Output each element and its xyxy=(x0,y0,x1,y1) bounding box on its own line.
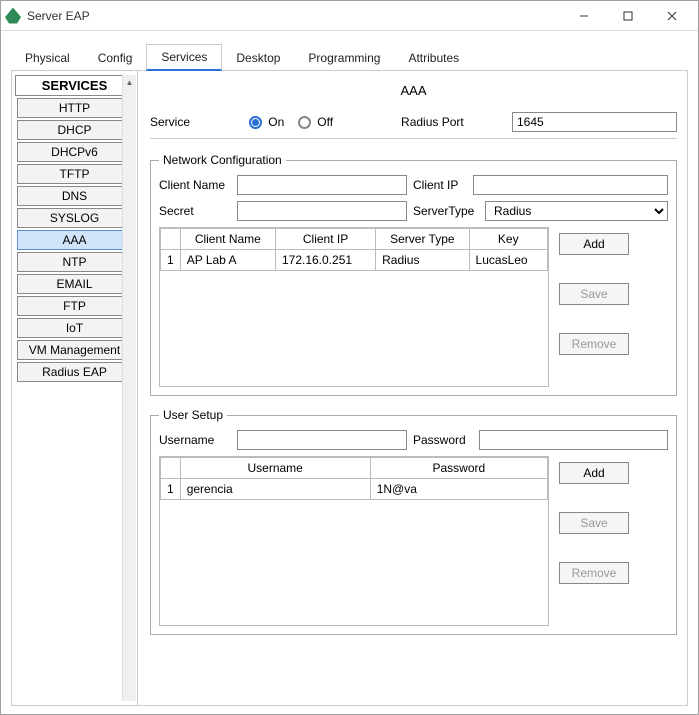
sidebar-item-tftp[interactable]: TFTP xyxy=(17,164,133,184)
user-setup-legend: User Setup xyxy=(159,408,227,422)
aaa-panel: AAA Service On Off Radius Port Network C… xyxy=(138,71,687,705)
app-icon xyxy=(5,8,21,24)
col-client-name: Client Name xyxy=(180,229,275,250)
radius-port-label: Radius Port xyxy=(401,115,506,129)
secret-label: Secret xyxy=(159,204,231,218)
sidebar-item-vm-management[interactable]: VM Management xyxy=(17,340,133,360)
sidebar-item-aaa[interactable]: AAA xyxy=(17,230,133,250)
sidebar-item-syslog[interactable]: SYSLOG xyxy=(17,208,133,228)
sidebar-item-ntp[interactable]: NTP xyxy=(17,252,133,272)
sidebar: SERVICES HTTP DHCP DHCPv6 TFTP DNS SYSLO… xyxy=(12,71,138,705)
password-input[interactable] xyxy=(479,430,668,450)
client-name-input[interactable] xyxy=(237,175,407,195)
table-row[interactable]: 1 gerencia 1N@va xyxy=(161,479,548,500)
client-name-label: Client Name xyxy=(159,178,231,192)
window-title: Server EAP xyxy=(27,9,90,23)
chevron-up-icon[interactable]: ▲ xyxy=(123,75,136,89)
col-client-ip: Client IP xyxy=(275,229,375,250)
col-password: Password xyxy=(370,458,547,479)
server-type-label: ServerType xyxy=(413,204,479,218)
tab-services[interactable]: Services xyxy=(146,44,222,71)
password-label: Password xyxy=(413,433,473,447)
sidebar-item-dns[interactable]: DNS xyxy=(17,186,133,206)
sidebar-header: SERVICES xyxy=(15,75,134,96)
tabs: Physical Config Services Desktop Program… xyxy=(11,45,688,71)
save-client-button[interactable]: Save xyxy=(559,283,629,305)
remove-client-button[interactable]: Remove xyxy=(559,333,629,355)
client-ip-input[interactable] xyxy=(473,175,668,195)
add-client-button[interactable]: Add xyxy=(559,233,629,255)
sidebar-item-ftp[interactable]: FTP xyxy=(17,296,133,316)
sidebar-item-email[interactable]: EMAIL xyxy=(17,274,133,294)
sidebar-item-dhcp[interactable]: DHCP xyxy=(17,120,133,140)
users-grid[interactable]: Username Password 1 gerencia 1N@va xyxy=(159,456,549,626)
on-label: On xyxy=(268,115,284,129)
server-type-select[interactable]: Radius xyxy=(485,201,668,221)
sidebar-item-iot[interactable]: IoT xyxy=(17,318,133,338)
table-row[interactable]: 1 AP Lab A 172.16.0.251 Radius LucasLeo xyxy=(161,250,548,271)
secret-input[interactable] xyxy=(237,201,407,221)
username-label: Username xyxy=(159,433,231,447)
off-label: Off xyxy=(317,115,333,129)
col-key: Key xyxy=(469,229,547,250)
tab-config[interactable]: Config xyxy=(84,46,147,70)
sidebar-item-http[interactable]: HTTP xyxy=(17,98,133,118)
radio-on[interactable] xyxy=(249,116,262,129)
network-configuration-legend: Network Configuration xyxy=(159,153,286,167)
radio-off[interactable] xyxy=(298,116,311,129)
user-setup-fieldset: User Setup Username Password Userna xyxy=(150,408,677,635)
maximize-button[interactable] xyxy=(606,2,650,30)
service-radio-group: On Off xyxy=(249,115,395,129)
network-clients-grid[interactable]: Client Name Client IP Server Type Key 1 … xyxy=(159,227,549,387)
sidebar-scrollbar[interactable]: ▲ xyxy=(122,75,136,701)
username-input[interactable] xyxy=(237,430,407,450)
add-user-button[interactable]: Add xyxy=(559,462,629,484)
panel-title: AAA xyxy=(150,77,677,112)
radius-port-input[interactable] xyxy=(512,112,677,132)
client-ip-label: Client IP xyxy=(413,178,467,192)
network-configuration-fieldset: Network Configuration Client Name Client… xyxy=(150,153,677,396)
radio-dot-icon xyxy=(252,119,259,126)
minimize-button[interactable] xyxy=(562,2,606,30)
tab-physical[interactable]: Physical xyxy=(11,46,84,70)
sidebar-item-radius-eap[interactable]: Radius EAP xyxy=(17,362,133,382)
tab-attributes[interactable]: Attributes xyxy=(394,46,473,70)
main-row: SERVICES HTTP DHCP DHCPv6 TFTP DNS SYSLO… xyxy=(11,71,688,706)
close-button[interactable] xyxy=(650,2,694,30)
service-label: Service xyxy=(150,115,243,129)
service-row: Service On Off Radius Port xyxy=(150,112,677,139)
remove-user-button[interactable]: Remove xyxy=(559,562,629,584)
tab-desktop[interactable]: Desktop xyxy=(222,46,294,70)
col-server-type: Server Type xyxy=(376,229,469,250)
sidebar-item-dhcpv6[interactable]: DHCPv6 xyxy=(17,142,133,162)
window: Server EAP Physical Config Services Desk… xyxy=(0,0,699,715)
content: Physical Config Services Desktop Program… xyxy=(1,31,698,714)
save-user-button[interactable]: Save xyxy=(559,512,629,534)
tab-programming[interactable]: Programming xyxy=(294,46,394,70)
col-username: Username xyxy=(180,458,370,479)
titlebar[interactable]: Server EAP xyxy=(1,1,698,31)
